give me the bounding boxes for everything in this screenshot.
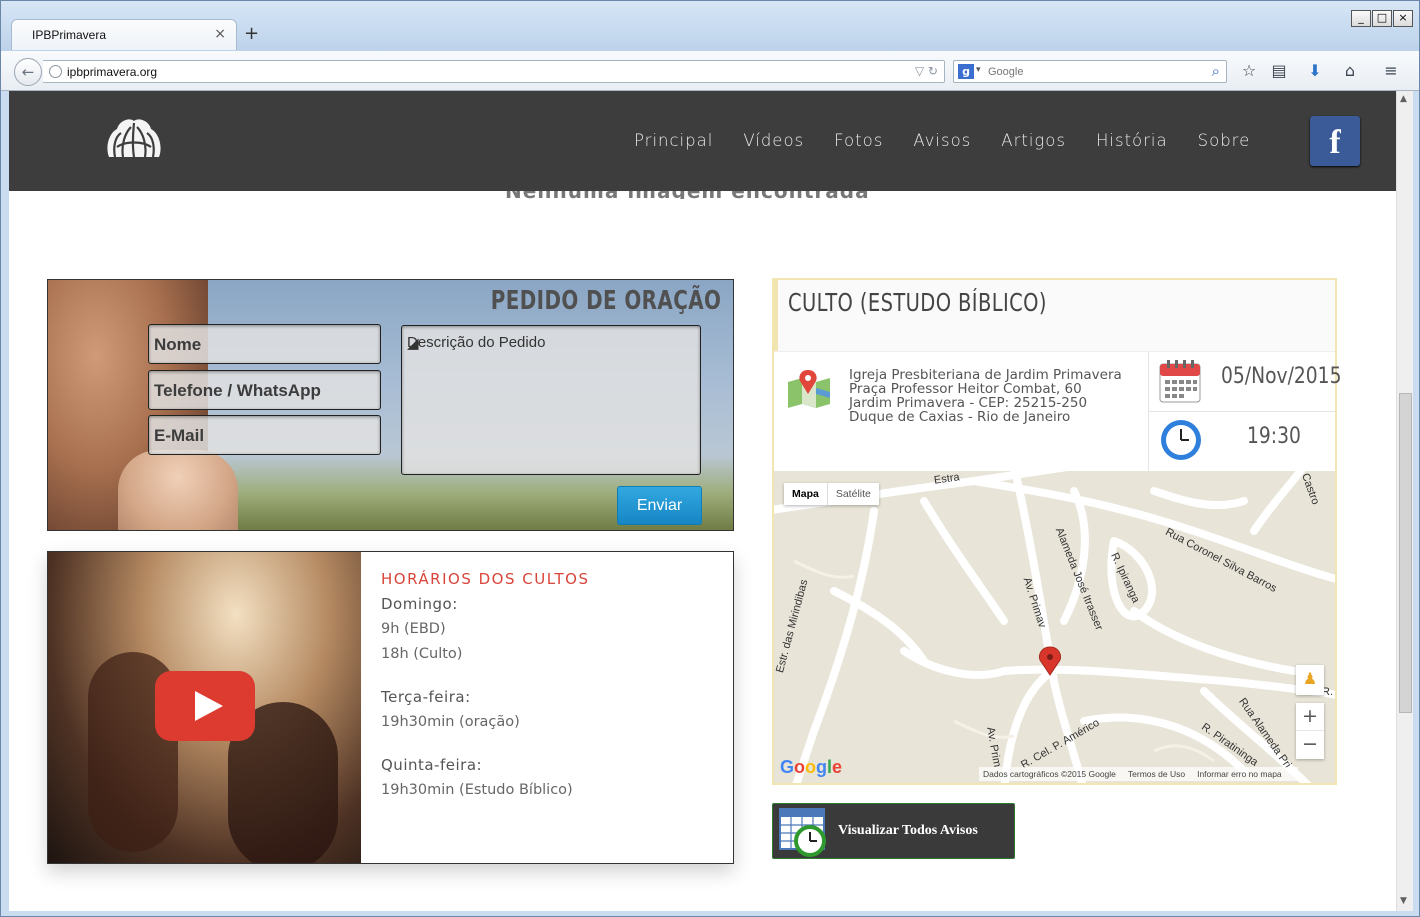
search-input[interactable]: Google <box>988 66 1023 78</box>
vertical-scrollbar[interactable]: ▲ ▼ <box>1396 91 1413 911</box>
zoom-control: + − <box>1296 703 1324 759</box>
menu-item-historia[interactable]: História <box>1096 131 1168 150</box>
chevron-down-icon[interactable]: ▾ <box>976 65 981 75</box>
map-data-credit: Dados cartográficos ©2015 Google <box>983 769 1116 779</box>
search-icon[interactable]: ⌕ <box>1212 62 1220 80</box>
new-tab-button[interactable]: + <box>244 23 259 44</box>
menu-item-fotos[interactable]: Fotos <box>834 131 883 150</box>
search-bar[interactable]: g ▾ Google ⌕ <box>953 60 1227 83</box>
calendar-icon <box>1159 360 1201 403</box>
praying-hands-image <box>118 450 238 530</box>
schedule-day: Terça-feira: <box>381 688 471 706</box>
main-menu: Principal Vídeos Fotos Avisos Artigos Hi… <box>634 131 1280 150</box>
name-field[interactable]: Nome <box>148 324 381 364</box>
schedule-day: Quinta-feira: <box>381 756 483 774</box>
navigation-toolbar: ← ipbprimavera.org ▽ ↻ g ▾ Google ⌕ ☆ ▤ … <box>1 51 1419 91</box>
schedule-title: HORÁRIOS DOS CULTOS <box>381 570 590 588</box>
event-panel: CULTO (ESTUDO BÍBLICO) Igreja Presbiteri… <box>772 278 1341 785</box>
schedule-day: Domingo: <box>381 595 458 613</box>
event-title: CULTO (ESTUDO BÍBLICO) <box>788 288 1047 317</box>
tab-strip: IPBPrimavera × + _ □ × <box>1 1 1419 51</box>
map-type-mapa[interactable]: Mapa <box>784 483 827 505</box>
email-field[interactable]: E-Mail <box>148 415 381 455</box>
play-icon[interactable] <box>155 671 255 741</box>
phone-placeholder: Telefone / WhatsApp <box>154 381 321 400</box>
map-attribution: Dados cartográficos ©2015 Google Termos … <box>979 767 1298 781</box>
tab-ipbprimavera[interactable]: IPBPrimavera × <box>11 19 237 50</box>
clock-icon <box>1161 420 1201 460</box>
google-map[interactable]: Mapa Satélite Estra Castro Rua Coronel S… <box>774 471 1335 783</box>
view-all-notices-button[interactable]: Visualizar Todos Avisos <box>772 803 1015 859</box>
menu-item-videos[interactable]: Vídeos <box>743 131 804 150</box>
reload-icon[interactable]: ▽ ↻ <box>915 64 938 78</box>
calendar-clock-icon <box>779 808 826 857</box>
event-title-bar: CULTO (ESTUDO BÍBLICO) <box>774 280 1335 351</box>
menu-item-avisos[interactable]: Avisos <box>913 131 971 150</box>
church-logo-icon[interactable] <box>105 117 163 165</box>
schedule-time: 19h30min (oração) <box>381 714 520 730</box>
globe-icon <box>49 65 62 78</box>
prayer-request-panel: PEDIDO DE ORAÇÃO Nome Telefone / WhatsAp… <box>47 279 734 531</box>
schedule-time: 18h (Culto) <box>381 646 463 662</box>
name-placeholder: Nome <box>154 335 202 354</box>
home-icon[interactable]: ⌂ <box>1338 60 1362 82</box>
event-date-cell: 05/Nov/2015 <box>1148 352 1341 412</box>
event-info: Igreja Presbiteriana de Jardim Primavera… <box>774 351 1341 472</box>
email-placeholder: E-Mail <box>154 426 205 445</box>
phone-field[interactable]: Telefone / WhatsApp <box>148 370 381 410</box>
description-textarea[interactable]: Descrição do Pedido ◢ <box>401 325 701 475</box>
map-report-link[interactable]: Informar erro no mapa <box>1197 769 1282 779</box>
url-text[interactable]: ipbprimavera.org <box>67 65 157 79</box>
minimize-button[interactable]: _ <box>1351 10 1371 27</box>
scroll-up-icon[interactable]: ▲ <box>1400 94 1407 104</box>
browser-window: IPBPrimavera × + _ □ × ← ipbprimavera.or… <box>0 0 1420 917</box>
google-icon[interactable]: g <box>958 64 974 79</box>
prayer-title: PEDIDO DE ORAÇÃO <box>490 286 721 316</box>
bookmark-star-icon[interactable]: ☆ <box>1237 60 1261 82</box>
street-view-pegman-icon[interactable]: ♟ <box>1296 665 1324 695</box>
video-thumbnail[interactable] <box>48 552 361 863</box>
google-logo[interactable]: Google <box>780 757 842 778</box>
scroll-down-icon[interactable]: ▼ <box>1400 896 1407 906</box>
schedule-panel: HORÁRIOS DOS CULTOS Domingo: 9h (EBD) 18… <box>47 551 734 864</box>
menu-item-principal[interactable]: Principal <box>634 131 713 150</box>
maximize-button[interactable]: □ <box>1372 10 1392 27</box>
address-bar[interactable]: ipbprimavera.org ▽ ↻ <box>43 60 945 83</box>
download-icon[interactable]: ⬇ <box>1303 60 1327 82</box>
schedule-time: 9h (EBD) <box>381 621 446 637</box>
event-time-cell: 19:30 <box>1148 412 1335 472</box>
resize-grip-icon[interactable]: ◢ <box>407 334 698 472</box>
map-terms-link[interactable]: Termos de Uso <box>1128 769 1185 779</box>
site-header: Principal Vídeos Fotos Avisos Artigos Hi… <box>9 91 1396 191</box>
close-window-button[interactable]: × <box>1393 10 1413 27</box>
close-icon[interactable]: × <box>214 26 226 42</box>
view-all-notices-label: Visualizar Todos Avisos <box>838 823 978 838</box>
event-date: 05/Nov/2015 <box>1221 364 1342 389</box>
event-time: 19:30 <box>1247 424 1301 449</box>
schedule-text: HORÁRIOS DOS CULTOS Domingo: 9h (EBD) 18… <box>381 570 590 807</box>
menu-icon[interactable]: ≡ <box>1379 60 1403 82</box>
map-location-icon <box>788 370 830 408</box>
map-type-satelite[interactable]: Satélite <box>826 483 879 505</box>
map-type-control: Mapa Satélite <box>784 483 879 505</box>
reading-list-icon[interactable]: ▤ <box>1267 60 1291 82</box>
zoom-in-button[interactable]: + <box>1296 703 1324 731</box>
scrollbar-thumb[interactable] <box>1399 393 1412 713</box>
event-address: Igreja Presbiteriana de Jardim Primavera… <box>849 367 1122 425</box>
window-controls: _ □ × <box>1350 10 1413 27</box>
map-roads <box>774 471 1335 783</box>
menu-item-sobre[interactable]: Sobre <box>1198 131 1251 150</box>
schedule-time: 19h30min (Estudo Bíblico) <box>381 782 573 798</box>
back-button[interactable]: ← <box>14 58 42 86</box>
menu-item-artigos[interactable]: Artigos <box>1001 131 1066 150</box>
page-viewport: Nenhuma imagem encontrada Principal Víde… <box>9 91 1396 911</box>
hidden-heading: Nenhuma imagem encontrada <box>505 191 905 199</box>
tab-title: IPBPrimavera <box>32 28 107 42</box>
facebook-icon[interactable]: f <box>1310 116 1360 166</box>
zoom-out-button[interactable]: − <box>1296 731 1324 759</box>
submit-button[interactable]: Enviar <box>617 486 702 525</box>
